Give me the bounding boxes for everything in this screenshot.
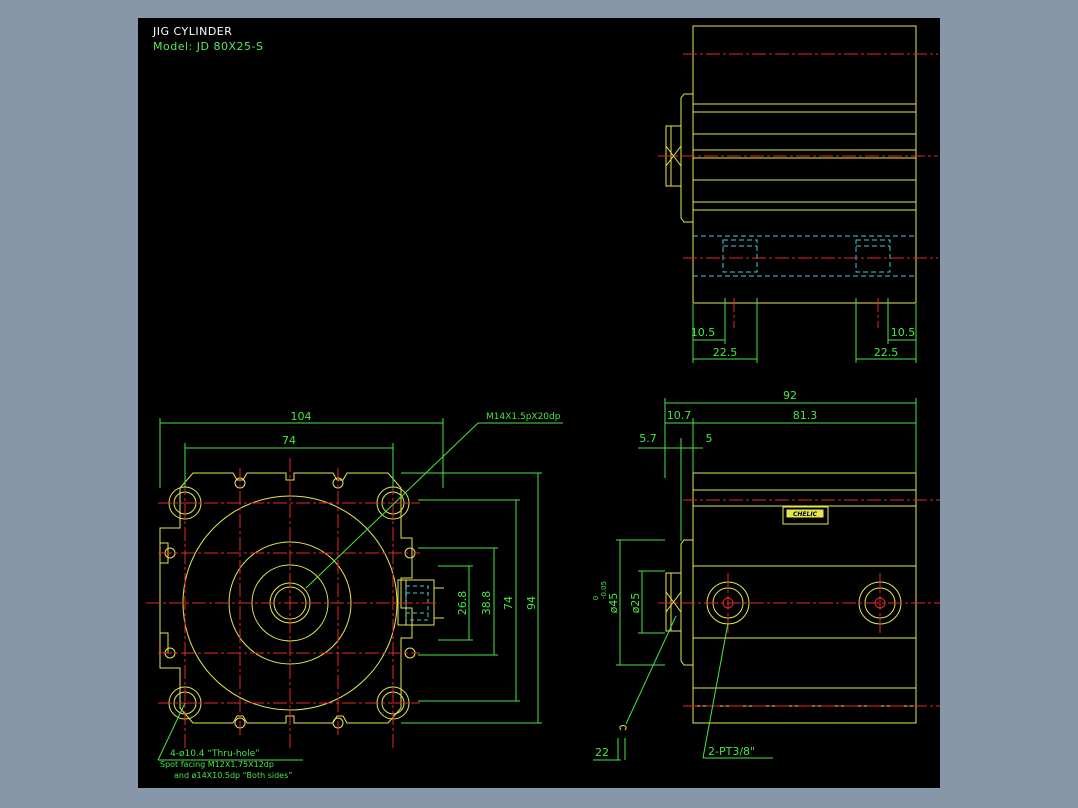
drawing-sheet: JIG CYLINDER Model: JD 80X25-S 10.5 10.5… bbox=[138, 18, 940, 788]
callout-holes-line2: Spot facing M12X1.75X12dp bbox=[160, 760, 274, 769]
dim-5-7: 5.7 bbox=[639, 432, 657, 445]
dim-dia-45: ø45 bbox=[607, 593, 620, 614]
dim-104: 104 bbox=[291, 410, 312, 423]
callout-holes-line1: 4-ø10.4 “Thru-hole” bbox=[170, 749, 260, 759]
dim-74-vertical: 74 bbox=[502, 596, 515, 610]
side-view-top bbox=[658, 25, 938, 363]
callout-holes-line3: and ø14X10.5dp “Both sides” bbox=[174, 771, 292, 780]
front-view bbox=[146, 418, 563, 761]
dim-26-8: 26.8 bbox=[456, 591, 469, 616]
dim-38-8: 38.8 bbox=[480, 591, 493, 616]
cad-drawing: 10.5 10.5 22.5 22.5 104 74 26.8 38.8 74 … bbox=[146, 25, 940, 780]
side-view-bottom bbox=[593, 398, 940, 761]
dim-92: 92 bbox=[783, 389, 797, 402]
dim-94: 94 bbox=[525, 596, 538, 610]
dim-10-5-left: 10.5 bbox=[691, 326, 716, 339]
dim-dia-45-tolerance-upper: 0 bbox=[592, 596, 600, 600]
dim-10-7: 10.7 bbox=[667, 409, 692, 422]
dim-74-horizontal: 74 bbox=[282, 434, 296, 447]
dim-dia-45-tolerance-lower: -0.05 bbox=[600, 581, 608, 599]
callout-ports: 2-PT3/8" bbox=[708, 745, 755, 758]
dim-10-5-right: 10.5 bbox=[891, 326, 916, 339]
brand-label: CHELIC bbox=[793, 511, 818, 518]
dim-22: 22 bbox=[595, 746, 609, 759]
callout-thread: M14X1.5pX20dp bbox=[486, 412, 561, 422]
dim-22-5-right: 22.5 bbox=[874, 346, 899, 359]
dim-81-3: 81.3 bbox=[793, 409, 818, 422]
dim-5: 5 bbox=[706, 432, 713, 445]
dim-dia-25: ø25 bbox=[629, 593, 642, 614]
dim-22-5-left: 22.5 bbox=[713, 346, 738, 359]
